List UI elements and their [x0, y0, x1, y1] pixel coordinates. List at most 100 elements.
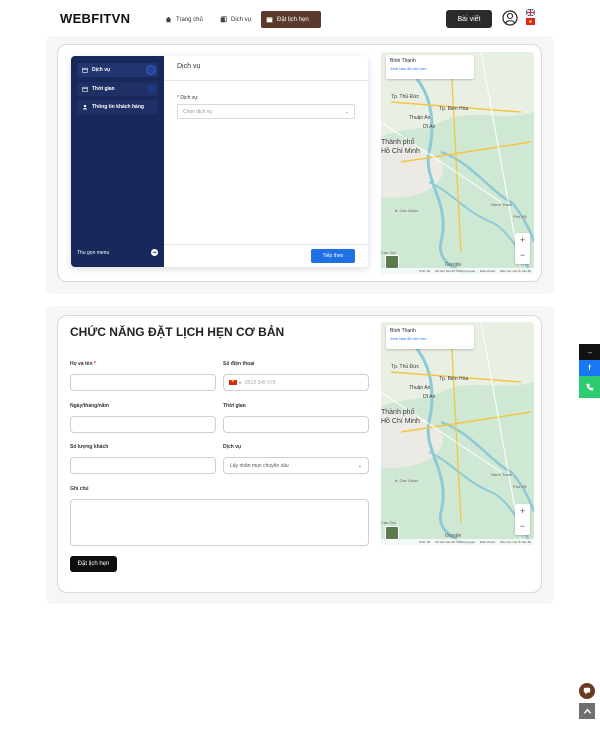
zoom-out-button[interactable]: −	[515, 248, 530, 263]
nav-booking[interactable]: Đặt lịch hẹn	[261, 11, 321, 28]
map-larger-link[interactable]: Xem bản đồ lớn hơn	[390, 66, 470, 71]
arrow-right-icon: →	[586, 348, 593, 356]
map-label: tt. Cần Giuộc	[395, 478, 419, 483]
map-layer-toggle[interactable]	[385, 255, 399, 269]
collapse-menu-button[interactable]: Thu gọn menu ➔	[77, 249, 158, 256]
map-larger-link[interactable]: Xem bản đồ lớn hơn	[390, 336, 470, 341]
date-input[interactable]	[70, 416, 216, 433]
service-icon	[220, 16, 227, 23]
map-label: Thành phố	[381, 409, 415, 416]
time-input[interactable]	[223, 416, 369, 433]
wizard-step-time[interactable]: Thời gian	[77, 82, 158, 96]
toggle-contact-button[interactable]: →	[579, 344, 600, 360]
chevron-down-icon: ⌄	[357, 463, 362, 469]
chevron-down-icon: ⌄	[344, 109, 349, 115]
map-footer-data: Dữ liệu bản đồ ©2023 Google	[435, 540, 476, 544]
map-label: Tp. Biên Hòa	[439, 106, 469, 112]
facebook-icon: f	[588, 364, 591, 372]
blog-button[interactable]: Bài viết	[446, 10, 492, 28]
step-status-icon	[147, 66, 155, 74]
nav-services[interactable]: Dịch vụ	[215, 11, 256, 28]
user-icon[interactable]	[502, 10, 518, 26]
guests-label: Số lượng khách	[70, 444, 109, 450]
section-title: CHỨC NĂNG ĐẶT LỊCH HẸN CƠ BẢN	[70, 325, 285, 339]
google-map[interactable]: Bình Thạnh Xem bản đồ lớn hơn Tp. Thủ Đứ…	[381, 52, 534, 274]
chevron-down-icon: ▾	[239, 380, 242, 385]
map-layer-toggle[interactable]	[385, 526, 399, 540]
map-footer: Phím tắt Dữ liệu bản đồ ©2023 Google Điề…	[381, 539, 534, 545]
chat-button[interactable]	[579, 683, 595, 699]
map-label: Thuận An	[409, 115, 431, 121]
uk-flag-icon[interactable]	[526, 9, 535, 16]
map-label: Phú Mỹ	[513, 214, 527, 219]
phone-input[interactable]: ▾ 0912 345 678	[223, 374, 369, 391]
chat-icon	[583, 687, 591, 695]
map-canvas	[381, 52, 534, 274]
map-footer-shortcuts[interactable]: Phím tắt	[419, 269, 430, 273]
step-status-icon	[147, 85, 155, 93]
phone-icon	[585, 383, 593, 391]
map-footer-data: Dữ liệu bản đồ ©2023 Google	[435, 269, 476, 273]
vn-flag-icon[interactable]	[526, 18, 535, 25]
scroll-top-button[interactable]	[579, 703, 595, 719]
phone-placeholder: 0912 345 678	[245, 379, 276, 386]
map-footer-report[interactable]: Báo cáo một lỗi bản đồ	[500, 269, 531, 273]
service-select[interactable]: Lấy nhân mụn chuyên sâu ⌄	[223, 457, 369, 474]
map-footer: Phím tắt Dữ liệu bản đồ ©2023 Google Điề…	[381, 268, 534, 274]
zoom-in-button[interactable]: +	[515, 233, 530, 248]
map-label: Tp. Thủ Đức	[391, 94, 419, 100]
map-label: Thành phố	[381, 139, 415, 146]
map-zoom-control: + −	[515, 233, 530, 264]
service-label: Dịch vụ	[223, 444, 242, 450]
submit-booking-button[interactable]: Đặt lịch hẹn	[70, 556, 117, 572]
name-label-text: Họ và tên	[70, 361, 93, 367]
phone-call-button[interactable]	[579, 376, 600, 398]
required-mark: *	[93, 361, 96, 367]
chevron-up-icon	[583, 708, 591, 714]
date-label: Ngày/tháng/năm	[70, 403, 109, 409]
name-input[interactable]	[70, 374, 216, 391]
nav-services-label: Dịch vụ	[231, 16, 252, 23]
map-canvas	[381, 322, 534, 545]
nav-home[interactable]: Trang chủ	[160, 11, 208, 28]
map-place-name: Bình Thạnh	[390, 58, 416, 64]
map-place-name: Bình Thạnh	[390, 328, 416, 334]
zoom-out-button[interactable]: −	[515, 519, 530, 534]
service-select-placeholder: Chọn dịch vụ	[183, 108, 213, 115]
note-textarea[interactable]	[70, 499, 369, 546]
map-label: Phú Mỹ	[513, 484, 527, 489]
calendar-icon	[82, 67, 88, 73]
wizard-step-customer[interactable]: Thông tin khách hàng	[77, 100, 158, 114]
booking-wizard: Dịch vụ Thời gian Thông tin khách hàng T…	[71, 56, 368, 267]
service-select-value: Lấy nhân mụn chuyên sâu	[230, 463, 289, 469]
guests-input[interactable]	[70, 457, 216, 474]
vn-flag-icon[interactable]	[229, 378, 237, 385]
map-footer-shortcuts[interactable]: Phím tắt	[419, 540, 430, 544]
map-footer-terms[interactable]: Điều khoản	[480, 269, 495, 273]
map-place-card: Bình Thạnh Xem bản đồ lớn hơn	[386, 55, 474, 79]
map-label: Dĩ An	[423, 124, 436, 130]
service-field-label-text: Dịch vụ:	[180, 95, 199, 101]
calendar-icon	[266, 17, 273, 23]
map-label: Tp. Thủ Đức	[391, 364, 419, 370]
map-label: Hồ Chí Minh	[381, 148, 420, 155]
map-footer-report[interactable]: Báo cáo một lỗi bản đồ	[500, 540, 531, 544]
wizard-step-service[interactable]: Dịch vụ	[77, 63, 158, 77]
wizard-step-label: Dịch vụ	[92, 67, 111, 73]
service-select[interactable]: Chọn dịch vụ ⌄	[177, 104, 355, 119]
nav-booking-label: Đặt lịch hẹn	[277, 16, 309, 23]
map-label: Hồ Chí Minh	[381, 418, 420, 425]
map-footer-terms[interactable]: Điều khoản	[480, 540, 495, 544]
map-label: Dĩ An	[423, 394, 436, 400]
required-mark: *	[177, 95, 179, 101]
next-button[interactable]: Tiếp theo	[311, 249, 355, 263]
facebook-button[interactable]: f	[579, 360, 600, 376]
arrow-right-icon: ➔	[151, 249, 158, 256]
map-label: Thuận An	[409, 385, 431, 391]
wizard-sidebar: Dịch vụ Thời gian Thông tin khách hàng T…	[71, 56, 164, 267]
calendar-icon	[82, 86, 88, 92]
map-label: Tp. Biên Hòa	[439, 376, 469, 382]
google-map[interactable]: Bình Thạnh Xem bản đồ lớn hơn Tp. Thủ Đứ…	[381, 322, 534, 545]
zoom-in-button[interactable]: +	[515, 504, 530, 519]
site-logo[interactable]: WEBFITVN	[60, 11, 130, 26]
